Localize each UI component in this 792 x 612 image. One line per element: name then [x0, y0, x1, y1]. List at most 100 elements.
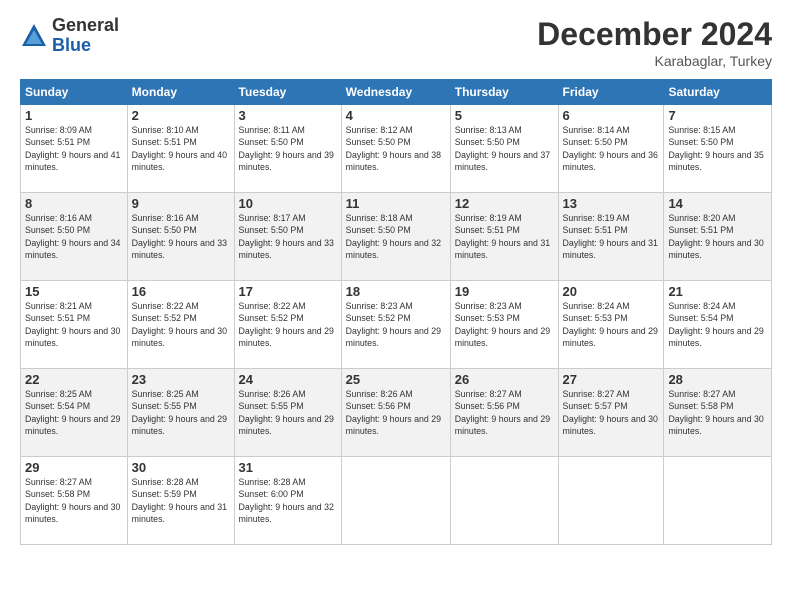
day-detail: Sunrise: 8:19 AM Sunset: 5:51 PM Dayligh…	[563, 212, 660, 261]
day-number: 22	[25, 372, 123, 387]
table-row	[341, 457, 450, 545]
subtitle: Karabaglar, Turkey	[537, 53, 772, 69]
day-detail: Sunrise: 8:18 AM Sunset: 5:50 PM Dayligh…	[346, 212, 446, 261]
day-detail: Sunrise: 8:14 AM Sunset: 5:50 PM Dayligh…	[563, 124, 660, 173]
month-title: December 2024	[537, 16, 772, 53]
day-detail: Sunrise: 8:16 AM Sunset: 5:50 PM Dayligh…	[25, 212, 123, 261]
logo-blue: Blue	[52, 35, 91, 55]
day-number: 6	[563, 108, 660, 123]
table-row: 4 Sunrise: 8:12 AM Sunset: 5:50 PM Dayli…	[341, 105, 450, 193]
calendar-week-row: 1 Sunrise: 8:09 AM Sunset: 5:51 PM Dayli…	[21, 105, 772, 193]
day-detail: Sunrise: 8:10 AM Sunset: 5:51 PM Dayligh…	[132, 124, 230, 173]
day-number: 4	[346, 108, 446, 123]
day-number: 27	[563, 372, 660, 387]
day-number: 23	[132, 372, 230, 387]
calendar-week-row: 29 Sunrise: 8:27 AM Sunset: 5:58 PM Dayl…	[21, 457, 772, 545]
day-detail: Sunrise: 8:15 AM Sunset: 5:50 PM Dayligh…	[668, 124, 767, 173]
day-detail: Sunrise: 8:09 AM Sunset: 5:51 PM Dayligh…	[25, 124, 123, 173]
day-number: 10	[239, 196, 337, 211]
day-detail: Sunrise: 8:11 AM Sunset: 5:50 PM Dayligh…	[239, 124, 337, 173]
day-number: 8	[25, 196, 123, 211]
day-detail: Sunrise: 8:27 AM Sunset: 5:58 PM Dayligh…	[668, 388, 767, 437]
table-row: 15 Sunrise: 8:21 AM Sunset: 5:51 PM Dayl…	[21, 281, 128, 369]
table-row: 2 Sunrise: 8:10 AM Sunset: 5:51 PM Dayli…	[127, 105, 234, 193]
day-number: 9	[132, 196, 230, 211]
day-number: 21	[668, 284, 767, 299]
day-number: 12	[455, 196, 554, 211]
page: General Blue December 2024 Karabaglar, T…	[0, 0, 792, 612]
table-row: 21 Sunrise: 8:24 AM Sunset: 5:54 PM Dayl…	[664, 281, 772, 369]
calendar-header-row: Sunday Monday Tuesday Wednesday Thursday…	[21, 80, 772, 105]
day-detail: Sunrise: 8:27 AM Sunset: 5:56 PM Dayligh…	[455, 388, 554, 437]
table-row: 8 Sunrise: 8:16 AM Sunset: 5:50 PM Dayli…	[21, 193, 128, 281]
day-number: 14	[668, 196, 767, 211]
table-row: 14 Sunrise: 8:20 AM Sunset: 5:51 PM Dayl…	[664, 193, 772, 281]
day-number: 31	[239, 460, 337, 475]
day-detail: Sunrise: 8:25 AM Sunset: 5:54 PM Dayligh…	[25, 388, 123, 437]
calendar-week-row: 22 Sunrise: 8:25 AM Sunset: 5:54 PM Dayl…	[21, 369, 772, 457]
day-detail: Sunrise: 8:27 AM Sunset: 5:58 PM Dayligh…	[25, 476, 123, 525]
day-detail: Sunrise: 8:22 AM Sunset: 5:52 PM Dayligh…	[132, 300, 230, 349]
table-row: 18 Sunrise: 8:23 AM Sunset: 5:52 PM Dayl…	[341, 281, 450, 369]
day-detail: Sunrise: 8:19 AM Sunset: 5:51 PM Dayligh…	[455, 212, 554, 261]
day-detail: Sunrise: 8:13 AM Sunset: 5:50 PM Dayligh…	[455, 124, 554, 173]
col-tuesday: Tuesday	[234, 80, 341, 105]
table-row: 16 Sunrise: 8:22 AM Sunset: 5:52 PM Dayl…	[127, 281, 234, 369]
day-detail: Sunrise: 8:20 AM Sunset: 5:51 PM Dayligh…	[668, 212, 767, 261]
day-detail: Sunrise: 8:21 AM Sunset: 5:51 PM Dayligh…	[25, 300, 123, 349]
table-row: 9 Sunrise: 8:16 AM Sunset: 5:50 PM Dayli…	[127, 193, 234, 281]
table-row: 26 Sunrise: 8:27 AM Sunset: 5:56 PM Dayl…	[450, 369, 558, 457]
table-row: 19 Sunrise: 8:23 AM Sunset: 5:53 PM Dayl…	[450, 281, 558, 369]
day-number: 16	[132, 284, 230, 299]
table-row: 10 Sunrise: 8:17 AM Sunset: 5:50 PM Dayl…	[234, 193, 341, 281]
table-row: 23 Sunrise: 8:25 AM Sunset: 5:55 PM Dayl…	[127, 369, 234, 457]
day-detail: Sunrise: 8:28 AM Sunset: 6:00 PM Dayligh…	[239, 476, 337, 525]
table-row	[664, 457, 772, 545]
table-row	[558, 457, 664, 545]
day-detail: Sunrise: 8:24 AM Sunset: 5:54 PM Dayligh…	[668, 300, 767, 349]
logo-text: General Blue	[52, 16, 119, 56]
day-number: 24	[239, 372, 337, 387]
table-row: 28 Sunrise: 8:27 AM Sunset: 5:58 PM Dayl…	[664, 369, 772, 457]
header: General Blue December 2024 Karabaglar, T…	[20, 16, 772, 69]
table-row: 12 Sunrise: 8:19 AM Sunset: 5:51 PM Dayl…	[450, 193, 558, 281]
calendar-week-row: 15 Sunrise: 8:21 AM Sunset: 5:51 PM Dayl…	[21, 281, 772, 369]
day-number: 29	[25, 460, 123, 475]
table-row: 22 Sunrise: 8:25 AM Sunset: 5:54 PM Dayl…	[21, 369, 128, 457]
day-number: 2	[132, 108, 230, 123]
day-number: 20	[563, 284, 660, 299]
day-detail: Sunrise: 8:24 AM Sunset: 5:53 PM Dayligh…	[563, 300, 660, 349]
table-row: 31 Sunrise: 8:28 AM Sunset: 6:00 PM Dayl…	[234, 457, 341, 545]
day-number: 28	[668, 372, 767, 387]
day-number: 3	[239, 108, 337, 123]
day-number: 7	[668, 108, 767, 123]
col-saturday: Saturday	[664, 80, 772, 105]
table-row: 1 Sunrise: 8:09 AM Sunset: 5:51 PM Dayli…	[21, 105, 128, 193]
table-row: 30 Sunrise: 8:28 AM Sunset: 5:59 PM Dayl…	[127, 457, 234, 545]
logo-icon	[20, 22, 48, 50]
table-row: 11 Sunrise: 8:18 AM Sunset: 5:50 PM Dayl…	[341, 193, 450, 281]
day-detail: Sunrise: 8:26 AM Sunset: 5:55 PM Dayligh…	[239, 388, 337, 437]
table-row: 7 Sunrise: 8:15 AM Sunset: 5:50 PM Dayli…	[664, 105, 772, 193]
day-number: 25	[346, 372, 446, 387]
day-number: 1	[25, 108, 123, 123]
col-wednesday: Wednesday	[341, 80, 450, 105]
day-detail: Sunrise: 8:17 AM Sunset: 5:50 PM Dayligh…	[239, 212, 337, 261]
day-number: 18	[346, 284, 446, 299]
day-detail: Sunrise: 8:22 AM Sunset: 5:52 PM Dayligh…	[239, 300, 337, 349]
table-row: 3 Sunrise: 8:11 AM Sunset: 5:50 PM Dayli…	[234, 105, 341, 193]
day-number: 30	[132, 460, 230, 475]
day-detail: Sunrise: 8:12 AM Sunset: 5:50 PM Dayligh…	[346, 124, 446, 173]
col-sunday: Sunday	[21, 80, 128, 105]
day-number: 5	[455, 108, 554, 123]
col-monday: Monday	[127, 80, 234, 105]
col-thursday: Thursday	[450, 80, 558, 105]
table-row: 6 Sunrise: 8:14 AM Sunset: 5:50 PM Dayli…	[558, 105, 664, 193]
table-row	[450, 457, 558, 545]
table-row: 24 Sunrise: 8:26 AM Sunset: 5:55 PM Dayl…	[234, 369, 341, 457]
day-number: 15	[25, 284, 123, 299]
calendar-table: Sunday Monday Tuesday Wednesday Thursday…	[20, 79, 772, 545]
day-detail: Sunrise: 8:26 AM Sunset: 5:56 PM Dayligh…	[346, 388, 446, 437]
table-row: 17 Sunrise: 8:22 AM Sunset: 5:52 PM Dayl…	[234, 281, 341, 369]
table-row: 13 Sunrise: 8:19 AM Sunset: 5:51 PM Dayl…	[558, 193, 664, 281]
